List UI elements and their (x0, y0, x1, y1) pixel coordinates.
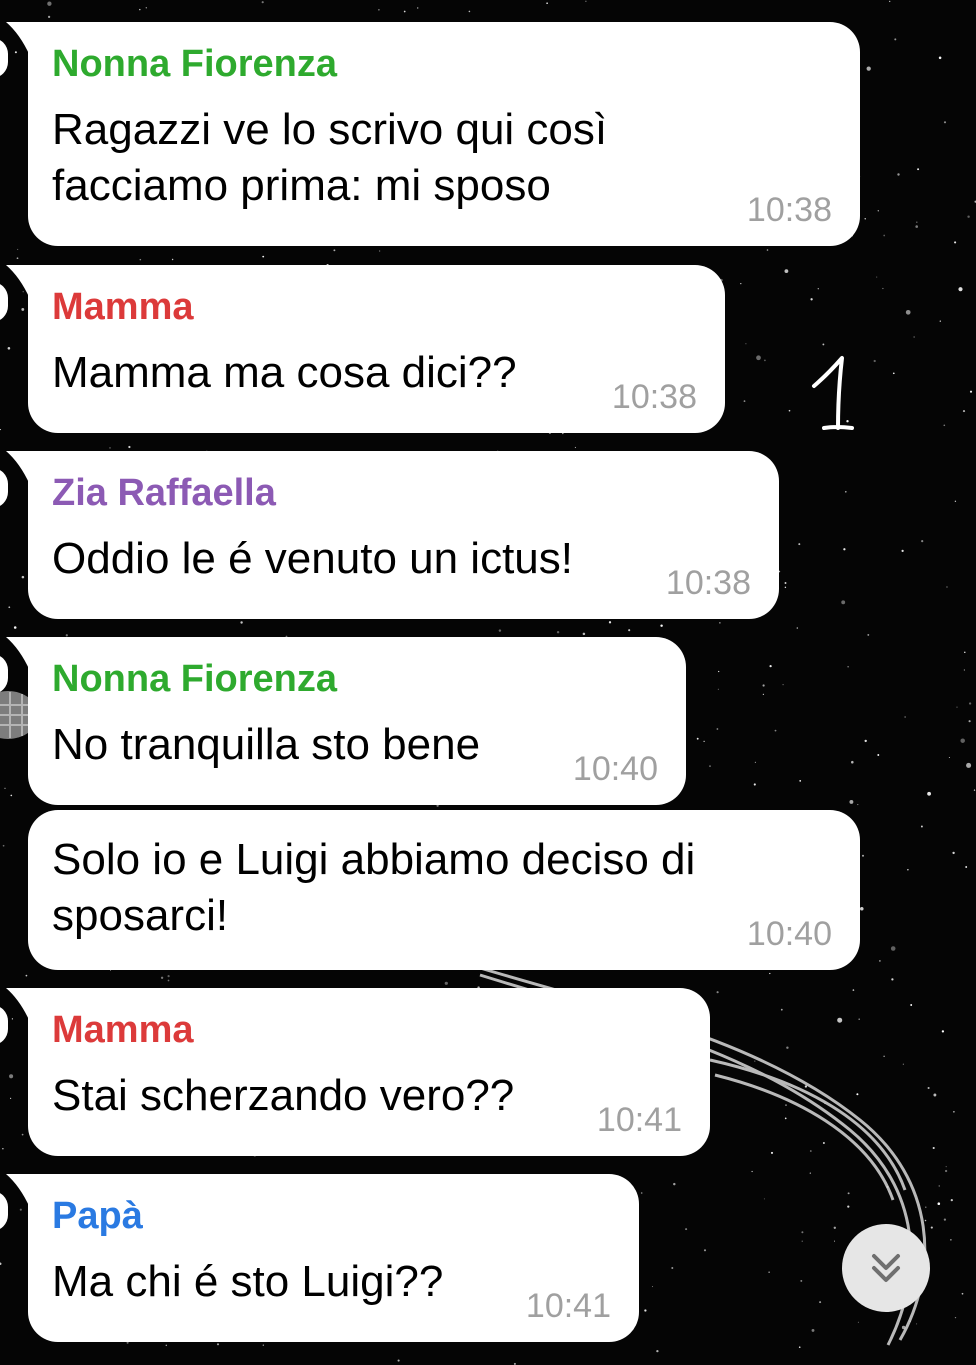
sender-name[interactable]: Mamma (52, 285, 699, 329)
message-text: Stai scherzando vero?? (52, 1071, 515, 1120)
message-time: 10:41 (525, 1287, 611, 1325)
sender-name[interactable]: Zia Raffaella (52, 471, 753, 515)
message-bubble[interactable]: Zia Raffaella Oddio le é venuto un ictus… (6, 451, 779, 619)
message-bubble[interactable]: Papà Ma chi é sto Luigi?? 10:41 (6, 1174, 639, 1342)
message-bubble[interactable]: Solo io e Luigi abbiamo deciso di sposar… (28, 810, 860, 970)
message-bubble[interactable]: Nonna Fiorenza Ragazzi ve lo scrivo qui … (6, 22, 860, 246)
sender-name[interactable]: Nonna Fiorenza (52, 42, 834, 86)
message-text: Mamma ma cosa dici?? (52, 348, 517, 397)
message-bubble[interactable]: Mamma Stai scherzando vero?? 10:41 (6, 988, 710, 1156)
message-time: 10:38 (665, 564, 751, 602)
bubble-tail (6, 637, 30, 671)
message-text: Oddio le é venuto un ictus! (52, 534, 573, 583)
message-bubble[interactable]: Mamma Mamma ma cosa dici?? 10:38 (6, 265, 725, 433)
message-text: Solo io e Luigi abbiamo deciso di sposar… (52, 835, 696, 940)
message-time: 10:38 (611, 378, 697, 416)
bubble-tail (6, 1174, 30, 1208)
message-text: No tranquilla sto bene (52, 720, 481, 769)
message-time: 10:38 (746, 191, 832, 229)
handwritten-number-annotation (812, 356, 854, 430)
bubble-tail (6, 265, 30, 299)
bubble-tail (6, 451, 30, 485)
message-list[interactable]: Nonna Fiorenza Ragazzi ve lo scrivo qui … (0, 0, 976, 1365)
bubble-tail (6, 22, 30, 56)
scroll-to-bottom-button[interactable] (842, 1224, 930, 1312)
message-time: 10:40 (572, 750, 658, 788)
message-bubble[interactable]: Nonna Fiorenza No tranquilla sto bene 10… (6, 637, 686, 805)
bubble-tail (6, 988, 30, 1022)
sender-name[interactable]: Papà (52, 1194, 613, 1238)
chevron-double-down-icon (872, 1254, 900, 1282)
sender-name[interactable]: Nonna Fiorenza (52, 657, 660, 701)
message-time: 10:40 (746, 915, 832, 953)
sender-name[interactable]: Mamma (52, 1008, 684, 1052)
message-time: 10:41 (596, 1101, 682, 1139)
message-text: Ragazzi ve lo scrivo qui così facciamo p… (52, 105, 608, 210)
